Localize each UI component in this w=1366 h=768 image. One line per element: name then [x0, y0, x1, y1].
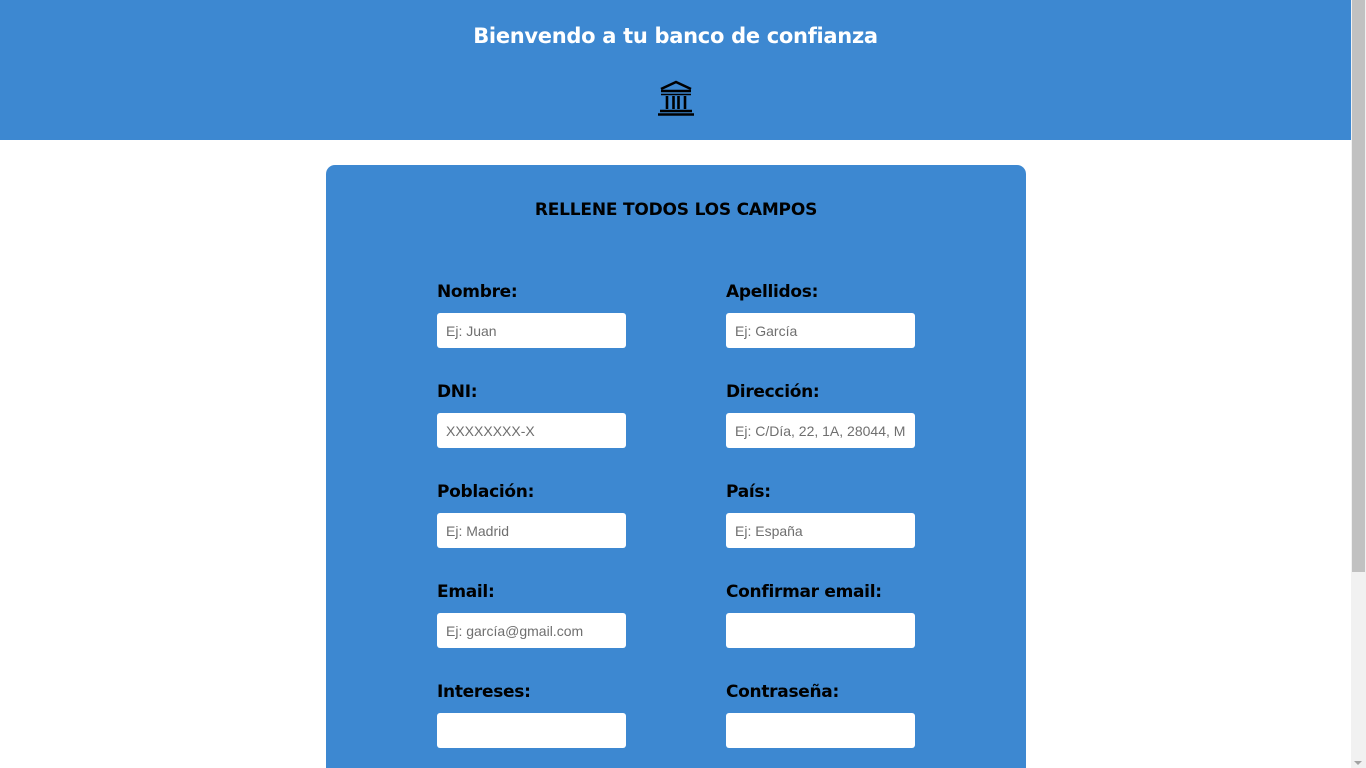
bank-icon	[658, 80, 694, 116]
confirmar-email-input[interactable]	[726, 613, 915, 648]
email-label: Email:	[437, 582, 495, 602]
contrasena-input[interactable]	[726, 713, 915, 748]
confirmar-email-label: Confirmar email:	[726, 582, 882, 602]
pais-label: País:	[726, 482, 771, 502]
registration-form: RELLENE TODOS LOS CAMPOS Nombre: Apellid…	[326, 165, 1026, 768]
header: Bienvendo a tu banco de confianza	[0, 0, 1351, 140]
scrollbar-thumb[interactable]	[1352, 0, 1365, 572]
intereses-label: Intereses:	[437, 682, 531, 702]
page: Bienvendo a tu banco de confianza RELLEN…	[0, 0, 1351, 768]
nombre-field-group: Nombre:	[437, 281, 627, 348]
poblacion-input[interactable]	[437, 513, 626, 548]
poblacion-label: Población:	[437, 482, 535, 502]
direccion-input[interactable]	[726, 413, 915, 448]
nombre-input[interactable]	[437, 313, 626, 348]
intereses-input[interactable]	[437, 713, 626, 748]
dni-input[interactable]	[437, 413, 626, 448]
header-title: Bienvendo a tu banco de confianza	[473, 24, 878, 48]
confirmar-email-field-group: Confirmar email:	[726, 581, 916, 648]
apellidos-input[interactable]	[726, 313, 915, 348]
direccion-field-group: Dirección:	[726, 381, 916, 448]
apellidos-field-group: Apellidos:	[726, 281, 916, 348]
dni-field-group: DNI:	[437, 381, 627, 448]
contrasena-label: Contraseña:	[726, 682, 839, 702]
email-input[interactable]	[437, 613, 626, 648]
pais-field-group: País:	[726, 481, 916, 548]
apellidos-label: Apellidos:	[726, 282, 819, 302]
pais-input[interactable]	[726, 513, 915, 548]
email-field-group: Email:	[437, 581, 627, 648]
form-heading: RELLENE TODOS LOS CAMPOS	[534, 200, 818, 220]
direccion-label: Dirección:	[726, 382, 820, 402]
poblacion-field-group: Población:	[437, 481, 627, 548]
contrasena-field-group: Contraseña:	[726, 681, 916, 748]
vertical-scrollbar[interactable]	[1351, 0, 1366, 768]
intereses-field-group: Intereses:	[437, 681, 627, 748]
dni-label: DNI:	[437, 382, 478, 402]
nombre-label: Nombre:	[437, 282, 518, 302]
scroll-down-arrow-icon[interactable]	[1354, 761, 1362, 765]
